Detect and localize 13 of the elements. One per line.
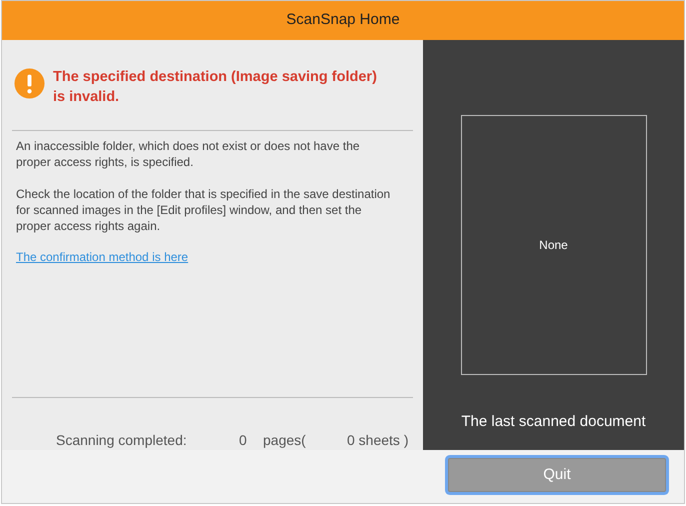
message-text: An inaccessible folder, which does not exist or does not have the proper access rights, is specified. xyxy=(16,138,361,170)
warning-icon xyxy=(14,68,45,99)
page-count: 0 xyxy=(239,431,248,450)
pages-label: pages( xyxy=(263,431,307,450)
window-title: ScanSnap Home xyxy=(286,10,400,30)
message-text: Check the location of the folder that is specified in the save destination for scanned images in the [Edit profiles] window, and then set the proper access rights again. xyxy=(16,186,392,234)
error-title: The specified destination (Image saving folder) is invalid. xyxy=(53,68,378,107)
quit-button[interactable]: Quit xyxy=(448,458,666,492)
preview-box: None xyxy=(460,115,646,375)
sheet-count: 0 sheets ) xyxy=(347,431,408,450)
help-link[interactable]: The confirmation method is here xyxy=(16,250,188,264)
status-label: Scanning completed: xyxy=(56,431,188,450)
preview-caption: The last scanned document xyxy=(461,412,646,432)
